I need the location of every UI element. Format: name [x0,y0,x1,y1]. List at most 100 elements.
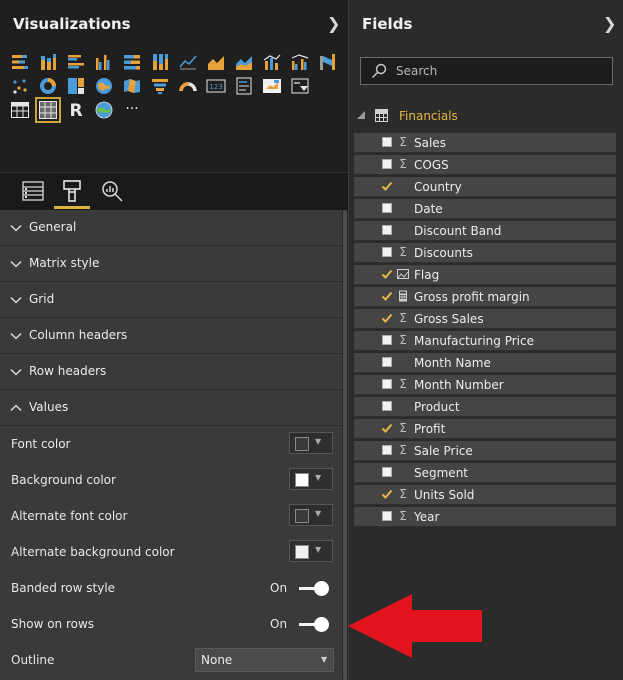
field-segment[interactable]: Segment [354,463,616,483]
100-stacked-column-chart-icon[interactable] [150,52,170,72]
field-name: Gross profit margin [414,290,530,304]
fields-search-input[interactable]: Search [360,57,613,85]
table-financials[interactable]: Financials [349,105,623,127]
alternate-font-color-picker[interactable]: ▼ [289,504,333,526]
field-year[interactable]: Σ Year [354,507,616,527]
field-cogs[interactable]: Σ COGS [354,155,616,175]
checkbox-checked[interactable] [381,313,393,323]
field-month-number[interactable]: Σ Month Number [354,375,616,395]
donut-chart-icon[interactable] [38,76,58,96]
collapse-visualizations-icon[interactable]: ❯ [327,14,340,33]
field-units-sold[interactable]: Σ Units Sold [354,485,616,505]
matrix-icon[interactable] [35,97,61,123]
ribbon-chart-icon[interactable] [318,52,338,72]
gauge-icon[interactable] [178,76,198,96]
analytics-tab-icon[interactable] [100,179,124,203]
stacked-column-chart-icon[interactable] [38,52,58,72]
field-product[interactable]: Product [354,397,616,417]
chevron-down-icon: ▼ [315,437,322,446]
clustered-column-chart-icon[interactable] [94,52,114,72]
line-and-column-chart-icon[interactable] [262,52,282,72]
field-name: Month Name [414,356,491,370]
checkbox[interactable] [382,467,392,477]
checkbox[interactable] [382,379,392,389]
alternate-background-color-picker[interactable]: ▼ [289,540,333,562]
clustered-bar-chart-icon[interactable] [66,52,86,72]
section-row-headers[interactable]: Row headers [0,354,342,390]
visualizations-pane: Visualizations ❯ 123 R ··· General Matrix s… [0,0,349,680]
field-country[interactable]: Country [354,177,616,197]
field-month-name[interactable]: Month Name [354,353,616,373]
section-label: Row headers [29,364,107,378]
100-stacked-bar-chart-icon[interactable] [122,52,142,72]
checkbox[interactable] [382,335,392,345]
stacked-area-chart-icon[interactable] [234,52,254,72]
color-swatch [295,473,309,487]
line-and-clustered-column-chart-icon[interactable] [290,52,310,72]
field-name: Month Number [414,378,504,392]
table-icon[interactable] [10,100,30,120]
checkbox-checked[interactable] [381,423,393,433]
checkbox[interactable] [382,357,392,367]
format-tab-icon[interactable] [60,179,84,203]
sigma-icon: Σ [399,311,407,325]
filled-map-icon[interactable] [122,76,142,96]
expand-triangle-icon[interactable] [357,111,365,119]
checkbox-checked[interactable] [381,489,393,499]
kpi-icon[interactable] [262,76,282,96]
treemap-icon[interactable] [66,76,86,96]
checkbox[interactable] [382,247,392,257]
checkbox[interactable] [382,511,392,521]
section-column-headers[interactable]: Column headers [0,318,342,354]
checkbox[interactable] [382,203,392,213]
map-icon[interactable] [94,76,114,96]
prop-outline: Outline None ▼ [0,642,342,678]
section-label: General [29,220,77,234]
field-gross-sales[interactable]: Σ Gross Sales [354,309,616,329]
checkbox[interactable] [382,159,392,169]
checkbox-checked[interactable] [381,291,393,301]
field-discounts[interactable]: Σ Discounts [354,243,616,263]
globe-icon[interactable] [94,100,114,120]
collapse-fields-icon[interactable]: ❯ [603,14,616,33]
section-general[interactable]: General [0,210,342,246]
card-icon[interactable]: 123 [206,76,226,96]
field-flag[interactable]: Flag [354,265,616,285]
toggle-knob[interactable] [314,617,329,632]
checkbox[interactable] [382,225,392,235]
section-grid[interactable]: Grid [0,282,342,318]
field-profit[interactable]: Σ Profit [354,419,616,439]
prop-banded-row-style: Banded row style On [0,570,342,606]
checkbox[interactable] [382,401,392,411]
funnel-icon[interactable] [150,76,170,96]
prop-show-on-rows: Show on rows On [0,606,342,642]
field-gross-profit-margin[interactable]: Gross profit margin [354,287,616,307]
field-sales[interactable]: Σ Sales [354,133,616,153]
toggle-state: On [270,617,288,631]
field-date[interactable]: Date [354,199,616,219]
stacked-bar-chart-icon[interactable] [10,52,30,72]
slicer-icon[interactable] [290,76,310,96]
r-script-icon[interactable]: R [66,100,86,120]
checkbox-checked[interactable] [381,269,393,279]
section-matrix-style[interactable]: Matrix style [0,246,342,282]
fields-tab-icon[interactable] [21,179,45,203]
scatter-chart-icon[interactable] [10,76,30,96]
field-sale-price[interactable]: Σ Sale Price [354,441,616,461]
multi-row-card-icon[interactable] [234,76,254,96]
area-chart-icon[interactable] [206,52,226,72]
field-discount-band[interactable]: Discount Band [354,221,616,241]
field-name: Manufacturing Price [414,334,534,348]
outline-select[interactable]: None ▼ [195,648,334,672]
background-color-picker[interactable]: ▼ [289,468,333,490]
toggle-knob[interactable] [314,581,329,596]
format-scrollbar-thumb[interactable] [343,210,347,680]
section-values[interactable]: Values [0,390,342,426]
line-chart-icon[interactable] [178,52,198,72]
checkbox[interactable] [382,137,392,147]
checkbox[interactable] [382,445,392,455]
checkbox-checked[interactable] [381,181,393,191]
field-manufacturing-price[interactable]: Σ Manufacturing Price [354,331,616,351]
more-icon[interactable]: ··· [122,100,142,120]
font-color-picker[interactable]: ▼ [289,432,333,454]
